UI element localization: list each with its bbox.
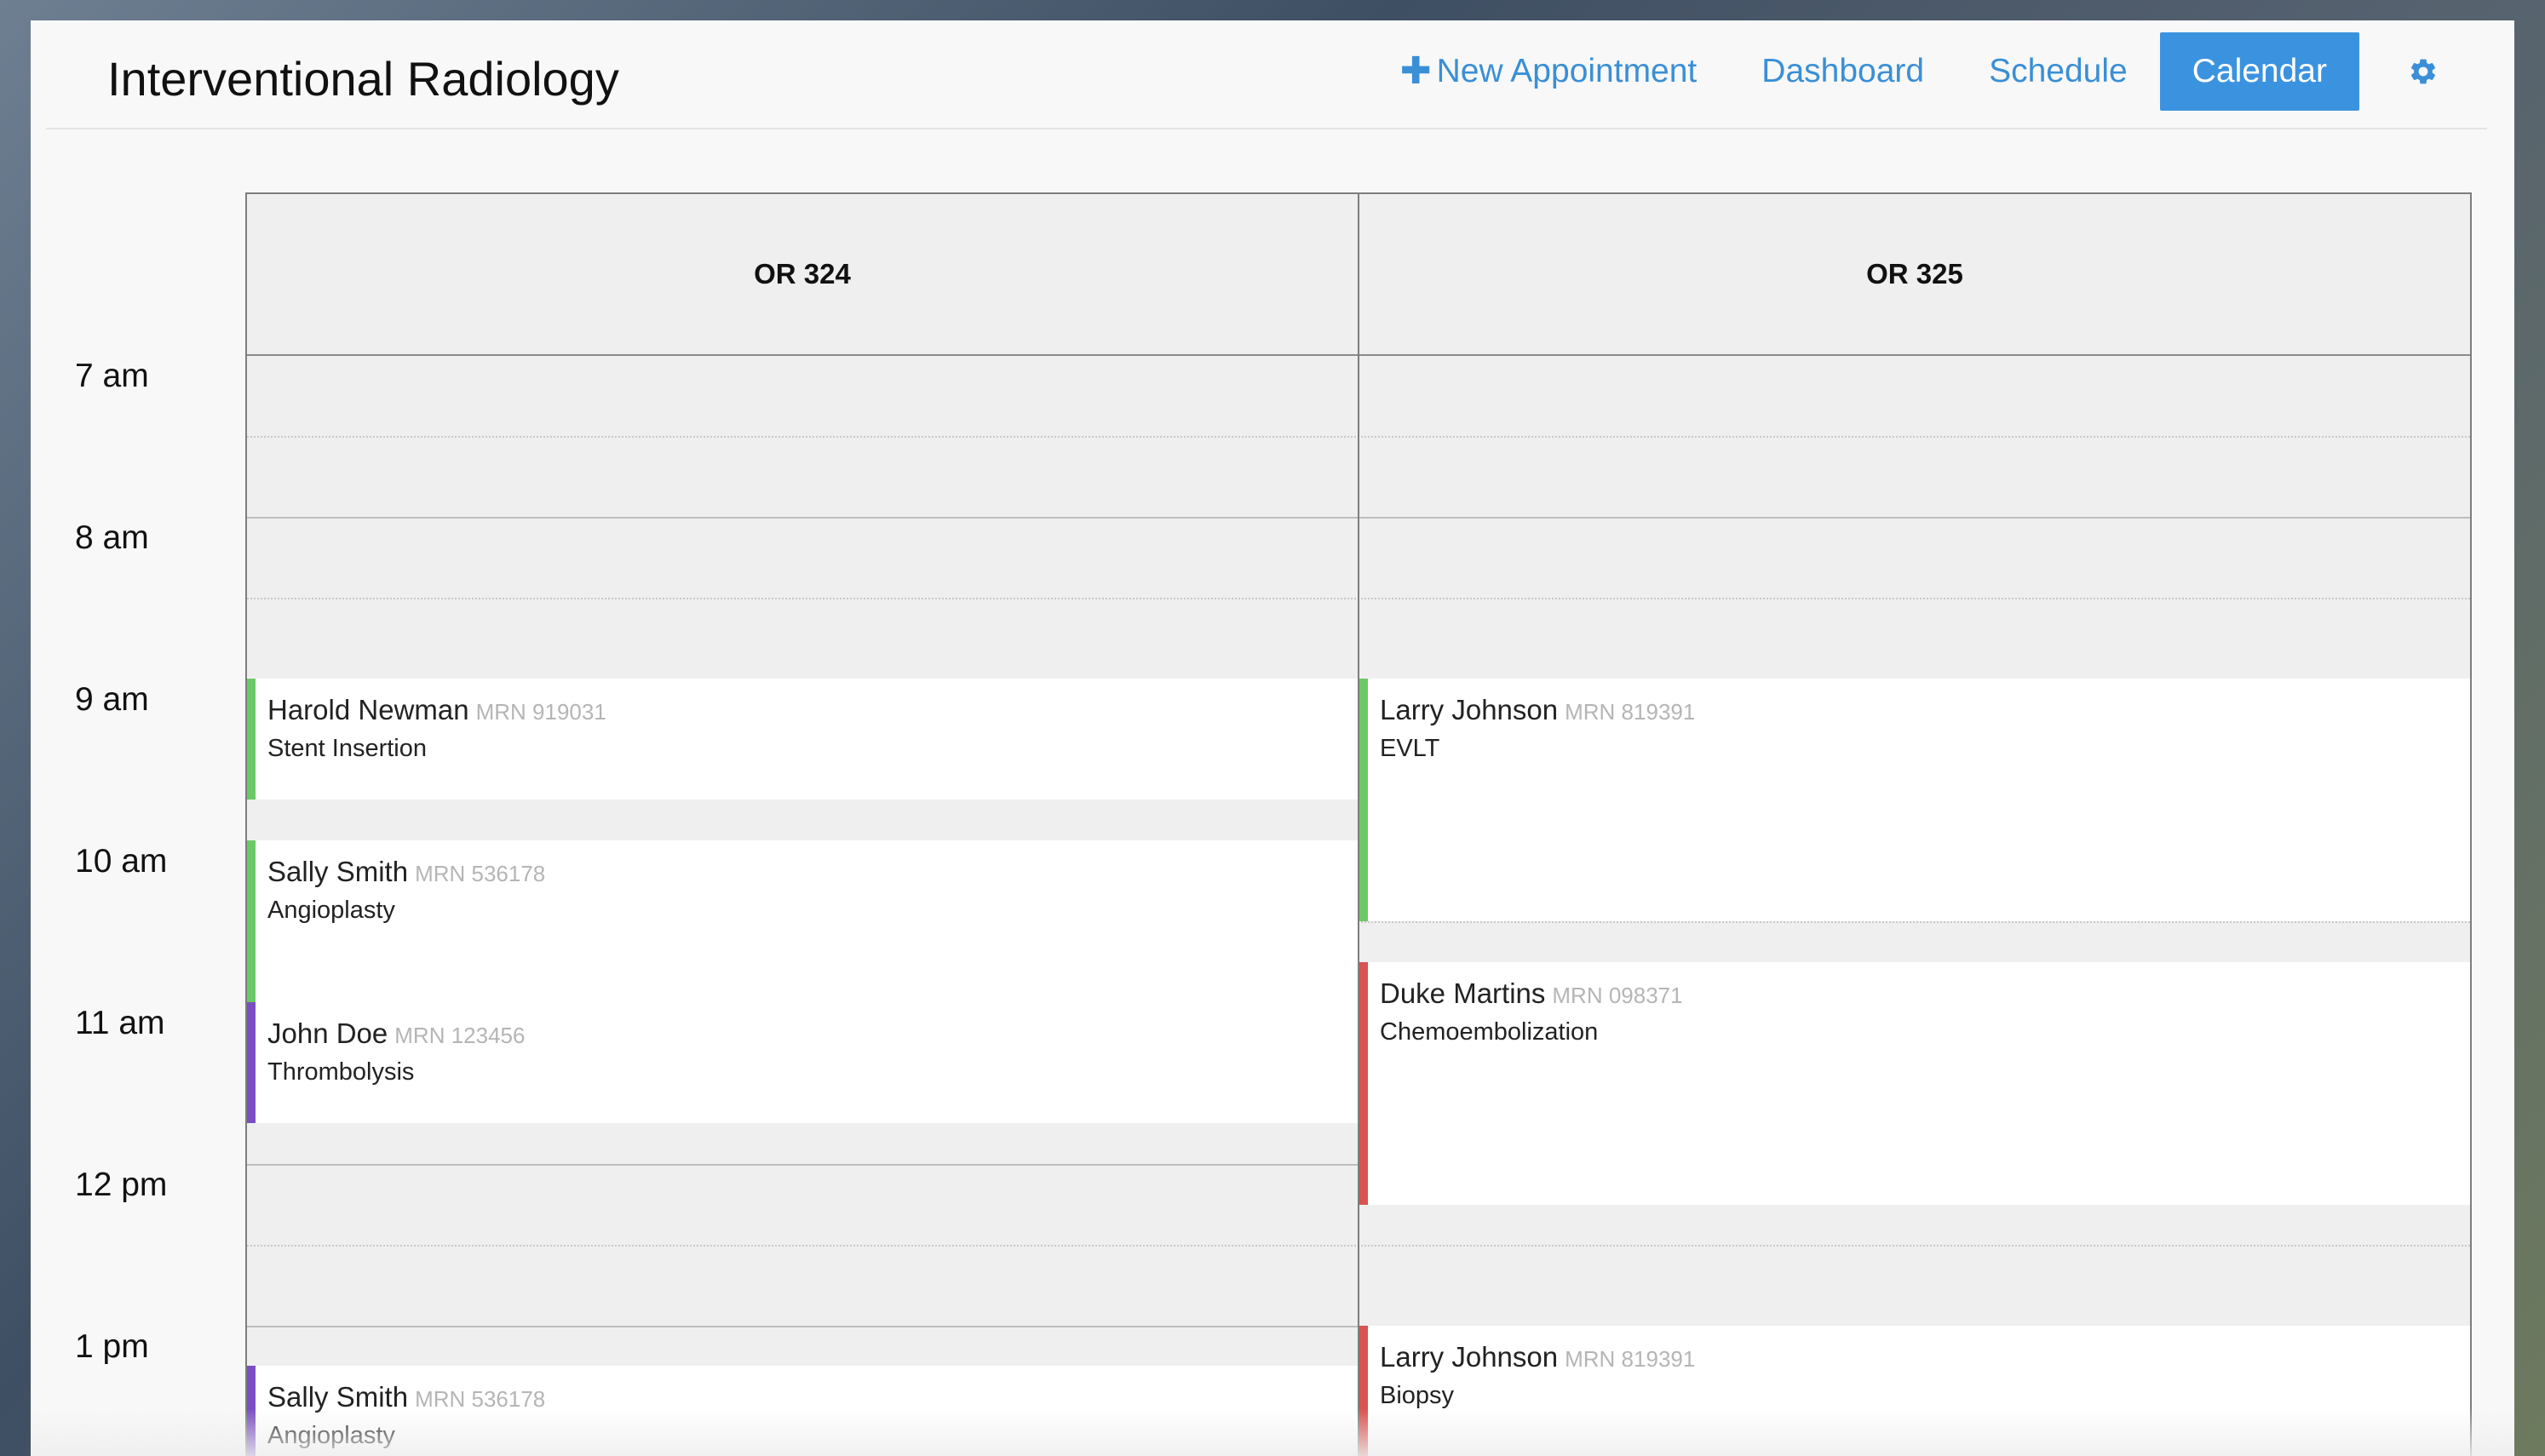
procedure-name: Stent Insertion — [267, 735, 427, 762]
procedure-name: Angioplasty — [267, 897, 395, 924]
column-divider — [1358, 194, 1359, 1456]
time-label: 11 am — [75, 1005, 165, 1041]
new-appointment-label: New Appointment — [1436, 53, 1698, 89]
calendar-tab-active[interactable]: Calendar — [2159, 32, 2359, 111]
appointment-status-bar — [247, 840, 256, 1002]
patient-mrn: MRN 536178 — [415, 861, 546, 886]
page-title: Interventional Radiology — [107, 52, 619, 106]
procedure-name: Angioplasty — [267, 1422, 395, 1449]
patient-mrn: MRN 123456 — [394, 1023, 526, 1048]
appointment-status-bar — [247, 1366, 256, 1456]
appointment-card[interactable]: Harold Newman MRN 919031 Stent Insertion — [247, 679, 1358, 800]
procedure-name: Chemoembolization — [1380, 1018, 1599, 1046]
calendar-view: 7 am 8 am 9 am 10 am 11 am 12 pm 1 pm OR… — [31, 128, 2514, 1456]
new-appointment-link[interactable]: ✚ New Appointment — [1368, 32, 1730, 111]
patient-mrn: MRN 819391 — [1565, 699, 1696, 725]
patient-name: Duke Martins — [1380, 977, 1546, 1009]
time-label: 9 am — [75, 681, 149, 718]
gear-icon — [2410, 59, 2436, 84]
patient-name: Larry Johnson — [1380, 1341, 1559, 1373]
time-label: 7 am — [75, 358, 149, 394]
room-header: OR 324 — [247, 194, 1358, 356]
patient-mrn: MRN 919031 — [475, 699, 606, 725]
time-label: 12 pm — [75, 1167, 168, 1203]
plus-icon: ✚ — [1399, 50, 1432, 92]
appointment-status-bar — [247, 679, 256, 800]
procedure-name: Biopsy — [1380, 1382, 1455, 1409]
app-window: Interventional Radiology ✚ New Appointme… — [31, 20, 2514, 1456]
dashboard-link[interactable]: Dashboard — [1729, 32, 1956, 111]
time-label: 10 am — [75, 843, 168, 880]
calendar-grid: OR 324 OR 325 Harold Newman MRN 919031 S… — [245, 192, 2472, 1456]
procedure-name: Thrombolysis — [267, 1058, 415, 1086]
appointment-status-bar — [1359, 679, 1368, 921]
patient-name: Sally Smith — [267, 856, 409, 887]
room-header: OR 325 — [1359, 194, 2470, 356]
patient-name: Harold Newman — [267, 694, 469, 725]
time-label: 1 pm — [75, 1328, 149, 1365]
appointment-card[interactable]: John Doe MRN 123456 Thrombolysis — [247, 1002, 1358, 1123]
time-label: 8 am — [75, 519, 149, 556]
appointment-status-bar — [1359, 1326, 1368, 1456]
top-bar: Interventional Radiology ✚ New Appointme… — [46, 20, 2487, 129]
patient-mrn: MRN 819391 — [1565, 1346, 1696, 1372]
procedure-name: EVLT — [1380, 735, 1440, 762]
patient-name: John Doe — [267, 1017, 388, 1049]
appointment-card[interactable]: Larry Johnson MRN 819391 EVLT — [1359, 679, 2470, 921]
appointment-card[interactable]: Sally Smith MRN 536178 Angioplasty — [247, 1366, 1358, 1456]
patient-name: Sally Smith — [267, 1381, 409, 1413]
appointment-status-bar — [1359, 962, 1368, 1205]
patient-mrn: MRN 536178 — [415, 1386, 546, 1412]
appointment-card[interactable]: Duke Martins MRN 098371 Chemoembolization — [1359, 962, 2470, 1205]
settings-button[interactable] — [2359, 32, 2487, 111]
appointment-card[interactable]: Larry Johnson MRN 819391 Biopsy — [1359, 1326, 2470, 1456]
main-nav: ✚ New Appointment Dashboard Schedule Cal… — [1368, 32, 2487, 111]
room-column-or-324: OR 324 — [247, 194, 1358, 1456]
patient-mrn: MRN 098371 — [1552, 983, 1683, 1008]
appointment-status-bar — [247, 1002, 256, 1123]
appointment-card[interactable]: Sally Smith MRN 536178 Angioplasty — [247, 840, 1358, 1002]
schedule-link[interactable]: Schedule — [1956, 32, 2160, 111]
patient-name: Larry Johnson — [1380, 694, 1559, 725]
